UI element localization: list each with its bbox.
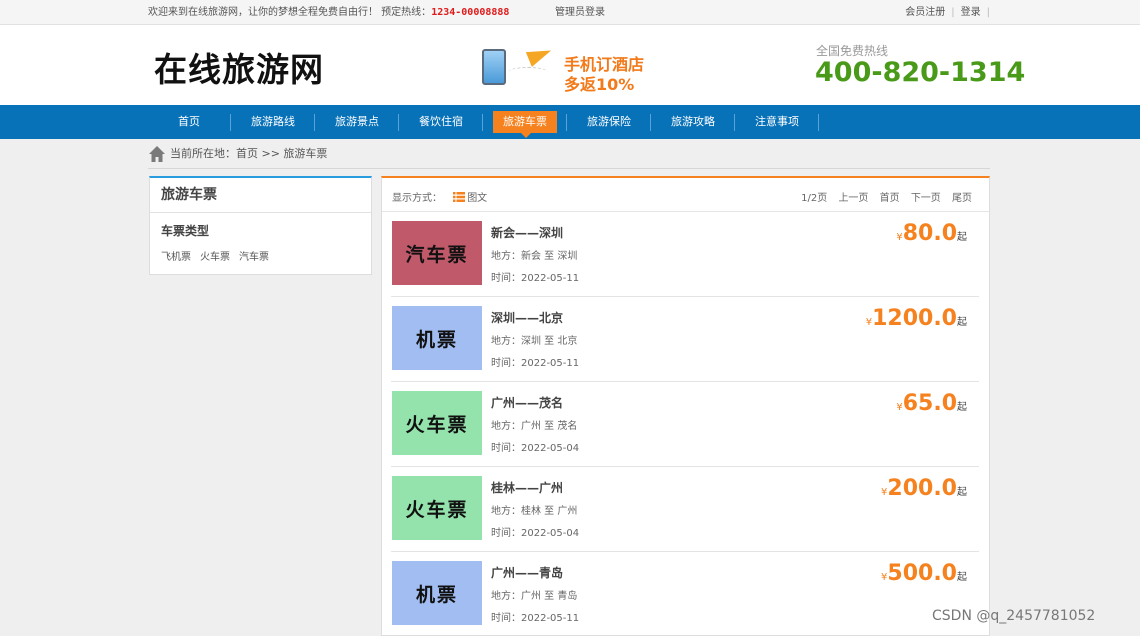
nav-divider	[482, 114, 483, 131]
ticket-place: 地方：广州 至 茂名	[491, 421, 578, 432]
ticket-place: 地方：桂林 至 广州	[491, 506, 578, 517]
ticket-thumbnail[interactable]: 机票	[392, 306, 482, 370]
nav-item-notices[interactable]: 注意事项	[745, 111, 809, 133]
nav-divider	[566, 114, 567, 131]
list-header: 显示方式： 图文 1/2页 上一页 首页 下一页 尾页	[382, 178, 989, 212]
ticket-date: 时间：2022-05-11	[491, 613, 580, 624]
site-header: 在线旅游网 手机订酒店 多返10% 全国免费热线 400-820-1314	[0, 25, 1140, 105]
promo-line-2: 多返10%	[564, 75, 635, 94]
nav-item-home[interactable]: 首页	[157, 111, 221, 133]
ticket-price: ¥65.0起	[896, 391, 967, 416]
nav-item-tickets[interactable]: 旅游车票	[493, 111, 557, 138]
swoosh-decoration	[508, 67, 548, 77]
list-item[interactable]: 汽车票 新会——深圳地方：新会 至 深圳 时间：2022-05-11 ¥80.0起	[391, 212, 979, 297]
main-nav: 首页 旅游路线 旅游景点 餐饮住宿 旅游车票 旅游保险 旅游攻略 注意事项	[0, 105, 1140, 139]
ticket-date: 时间：2022-05-04	[491, 443, 580, 454]
booking-hotline: 1234-00008888	[431, 7, 510, 18]
site-logo[interactable]: 在线旅游网	[154, 43, 324, 91]
ticket-thumbnail[interactable]: 火车票	[392, 476, 482, 540]
pagination: 1/2页 上一页 首页 下一页 尾页	[793, 189, 972, 204]
ticket-thumbnail[interactable]: 汽车票	[392, 221, 482, 285]
list-item[interactable]: 机票 深圳——北京地方：深圳 至 北京 时间：2022-05-11 ¥1200.0起	[391, 297, 979, 382]
ticket-route-title[interactable]: 广州——青岛	[491, 564, 563, 581]
nav-divider	[818, 114, 819, 131]
list-icon[interactable]	[453, 192, 466, 202]
price-suffix: 起	[957, 317, 967, 328]
breadcrumb: 当前所在地：首页 >> 旅游车票	[148, 145, 990, 169]
ticket-place: 地方：新会 至 深圳	[491, 251, 578, 262]
price-suffix: 起	[957, 487, 967, 498]
ticket-list-panel: 显示方式： 图文 1/2页 上一页 首页 下一页 尾页 汽车票 新会——深圳地方：…	[381, 176, 990, 636]
register-link[interactable]: 会员注册	[899, 7, 951, 18]
ticket-price: ¥1200.0起	[866, 306, 967, 331]
list-item[interactable]: 火车票 桂林——广州地方：桂林 至 广州 时间：2022-05-04 ¥200.0起	[391, 467, 979, 552]
nav-divider	[230, 114, 231, 131]
home-icon	[149, 146, 165, 162]
welcome-message: 欢迎来到在线旅游网，让你的梦想全程免费自由行！ 预定热线：	[148, 7, 432, 18]
display-mode-label: 显示方式：	[392, 193, 442, 204]
ticket-date: 时间：2022-05-04	[491, 528, 580, 539]
price-suffix: 起	[957, 572, 967, 583]
display-mode-value[interactable]: 图文	[467, 193, 487, 204]
ticket-route-title[interactable]: 深圳——北京	[491, 309, 563, 326]
price-suffix: 起	[957, 402, 967, 413]
price-value: 1200.0	[872, 306, 957, 331]
ticket-price: ¥500.0起	[881, 561, 967, 586]
welcome-text: 欢迎来到在线旅游网，让你的梦想全程免费自由行！ 预定热线：1234-000088…	[148, 0, 509, 25]
list-item[interactable]: 机票 广州——青岛地方：广州 至 青岛 时间：2022-05-11 ¥500.0起	[391, 552, 979, 636]
ticket-route-title[interactable]: 新会——深圳	[491, 224, 563, 241]
paper-plane-icon	[525, 43, 555, 67]
hotline-number: 400-820-1314	[815, 57, 1026, 88]
phone-icon	[482, 49, 506, 85]
nav-item-dining-lodging[interactable]: 餐饮住宿	[409, 111, 473, 133]
nav-divider	[398, 114, 399, 131]
mobile-hotel-promo[interactable]: 手机订酒店 多返10%	[482, 43, 652, 94]
price-value: 80.0	[902, 221, 957, 246]
list-item[interactable]: 火车票 广州——茂名地方：广州 至 茂名 时间：2022-05-04 ¥65.0起	[391, 382, 979, 467]
price-suffix: 起	[957, 232, 967, 243]
nav-item-routes[interactable]: 旅游路线	[241, 111, 305, 133]
nav-item-guides[interactable]: 旅游攻略	[661, 111, 725, 133]
ticket-route-title[interactable]: 桂林——广州	[491, 479, 563, 496]
ticket-place: 地方：广州 至 青岛	[491, 591, 578, 602]
link-flight-ticket[interactable]: 飞机票	[161, 252, 191, 263]
nav-divider	[734, 114, 735, 131]
display-mode: 显示方式： 图文	[392, 189, 487, 204]
nav-divider	[314, 114, 315, 131]
ticket-thumbnail[interactable]: 机票	[392, 561, 482, 625]
prev-page-link[interactable]: 上一页	[838, 193, 868, 204]
watermark: CSDN @q_2457781052	[932, 608, 1096, 624]
ticket-price: ¥200.0起	[881, 476, 967, 501]
ticket-route-title[interactable]: 广州——茂名	[491, 394, 563, 411]
top-bar: 欢迎来到在线旅游网，让你的梦想全程免费自由行！ 预定热线：1234-000088…	[0, 0, 1140, 25]
divider: |	[986, 7, 990, 18]
first-page-link[interactable]: 首页	[880, 193, 900, 204]
ticket-price: ¥80.0起	[896, 221, 967, 246]
nav-item-attractions[interactable]: 旅游景点	[325, 111, 389, 133]
nav-divider	[650, 114, 651, 131]
ticket-date: 时间：2022-05-11	[491, 273, 580, 284]
sidebar-title: 旅游车票	[150, 178, 371, 213]
ticket-type-links: 飞机票 火车票 汽车票	[161, 248, 278, 263]
price-value: 65.0	[902, 391, 957, 416]
sidebar-subtitle: 车票类型	[161, 224, 210, 238]
ticket-thumbnail[interactable]: 火车票	[392, 391, 482, 455]
next-page-link[interactable]: 下一页	[911, 193, 941, 204]
page-info: 1/2页	[801, 193, 828, 204]
ticket-date: 时间：2022-05-11	[491, 358, 580, 369]
link-train-ticket[interactable]: 火车票	[200, 252, 230, 263]
last-page-link[interactable]: 尾页	[952, 193, 972, 204]
link-bus-ticket[interactable]: 汽车票	[239, 252, 269, 263]
price-value: 500.0	[887, 561, 957, 586]
nav-item-insurance[interactable]: 旅游保险	[577, 111, 641, 133]
category-sidebar: 旅游车票 车票类型 飞机票 火车票 汽车票	[149, 176, 372, 275]
ticket-place: 地方：深圳 至 北京	[491, 336, 578, 347]
login-link[interactable]: 登录	[955, 7, 987, 18]
price-value: 200.0	[887, 476, 957, 501]
admin-login-link[interactable]: 管理员登录	[555, 0, 605, 25]
breadcrumb-text[interactable]: 当前所在地：首页 >> 旅游车票	[170, 145, 327, 163]
